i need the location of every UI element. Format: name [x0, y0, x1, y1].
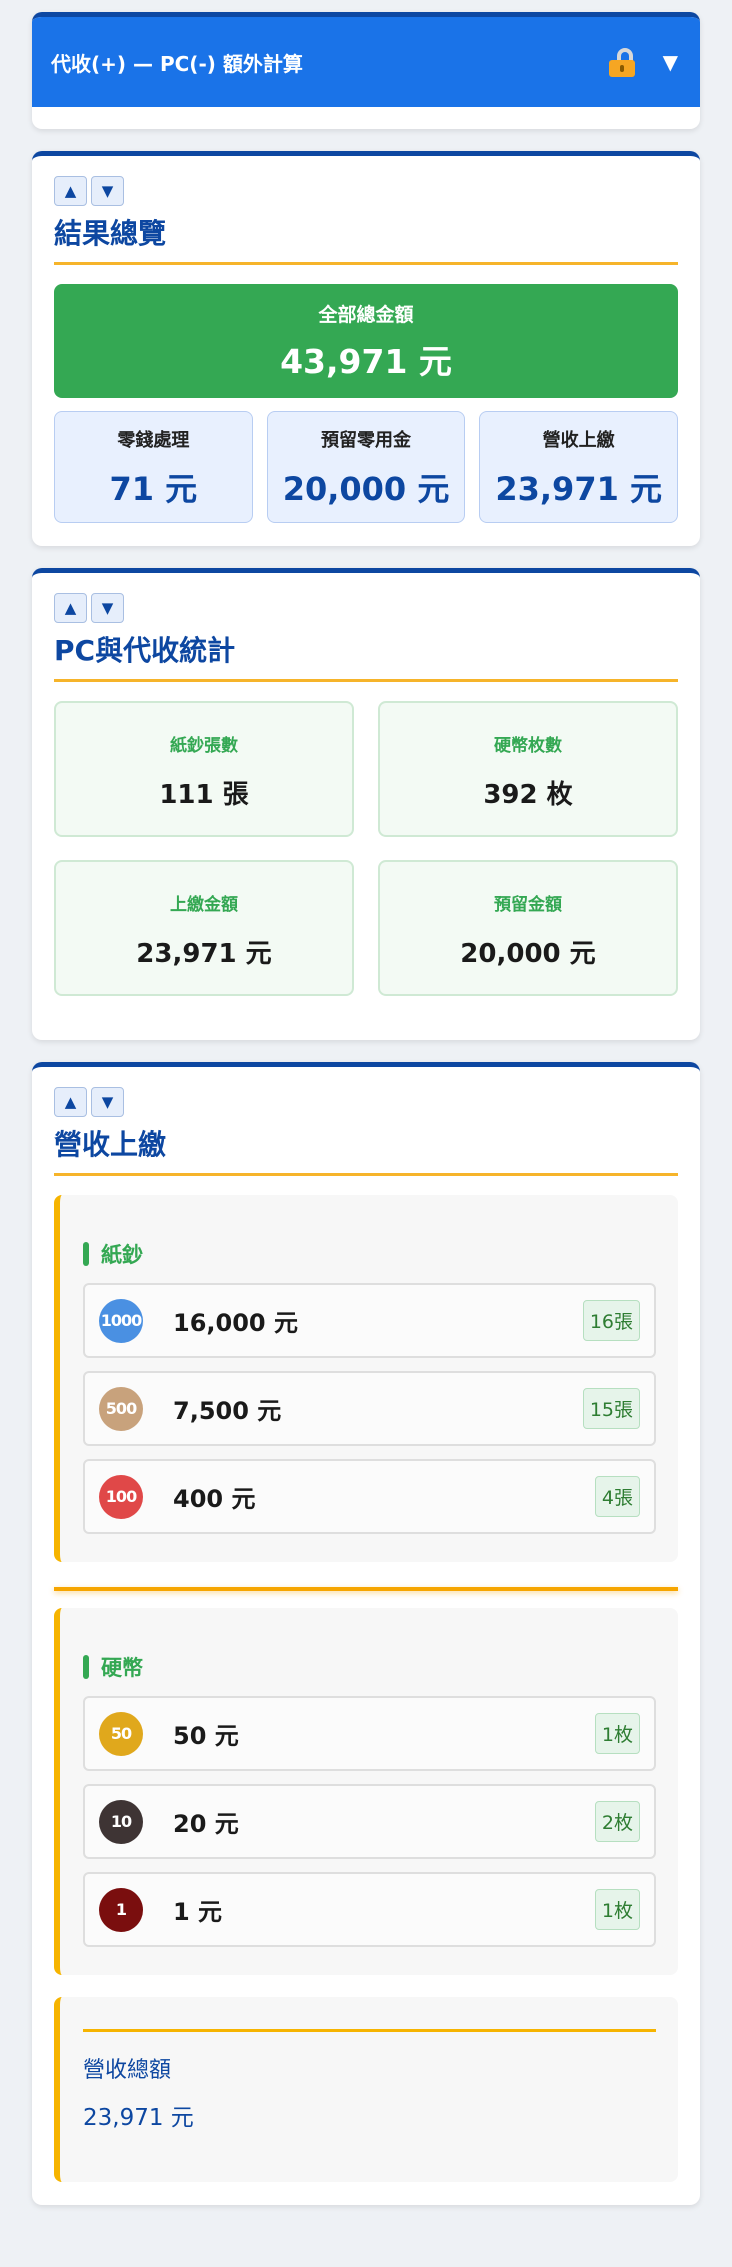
- move-up-button[interactable]: ▲: [54, 593, 87, 623]
- stat-label: 預留金額: [494, 895, 562, 915]
- header-bar[interactable]: 代收(+) — PC(-) 額外計算 ▼: [32, 17, 700, 107]
- move-down-button[interactable]: ▼: [91, 593, 124, 623]
- denomination-count: 16張: [582, 1300, 640, 1341]
- stat-value: 20,000 元: [460, 939, 596, 969]
- section-divider: [54, 1587, 678, 1591]
- move-down-button[interactable]: ▼: [91, 176, 124, 206]
- move-buttons: ▲ ▼: [54, 593, 678, 623]
- summary-row: 零錢處理 71 元 預留零用金 20,000 元 營收上繳 23,971 元: [54, 411, 679, 523]
- group-bar: [83, 1655, 89, 1679]
- denomination-amount: 400 元: [173, 1485, 256, 1513]
- coin-1-icon: 1: [99, 1887, 143, 1932]
- summary-label: 營收上繳: [542, 430, 615, 451]
- revenue-title: 營收上繳: [54, 1123, 678, 1176]
- total-line: [83, 2029, 656, 2032]
- revenue-total-value: 23,971 元: [83, 2105, 194, 2131]
- stat-reserved-amount: 預留金額 20,000 元: [378, 860, 678, 996]
- move-up-button[interactable]: ▲: [54, 176, 87, 206]
- coins-group-title: 硬幣: [83, 1652, 656, 1682]
- revenue-total-group: 營收總額 23,971 元: [54, 1997, 678, 2182]
- denomination-row: 10 20 元 2枚: [83, 1784, 656, 1859]
- stat-value: 23,971 元: [136, 939, 272, 969]
- stat-value: 392 枚: [483, 780, 573, 810]
- overview-title: 結果總覽: [54, 212, 678, 265]
- denomination-count: 15張: [582, 1388, 640, 1429]
- move-buttons: ▲ ▼: [54, 176, 678, 206]
- stat-label: 硬幣枚數: [494, 736, 562, 756]
- denomination-amount: 20 元: [173, 1810, 239, 1838]
- denomination-row: 500 7,500 元 15張: [83, 1371, 656, 1446]
- coins-group: 硬幣 50 50 元 1枚 10 20 元 2枚 1 1 元 1枚: [54, 1608, 678, 1975]
- denomination-amount: 7,500 元: [173, 1397, 282, 1425]
- denomination-row: 100 400 元 4張: [83, 1459, 656, 1534]
- group-bar: [83, 1242, 89, 1266]
- coin-rows: 50 50 元 1枚 10 20 元 2枚 1 1 元 1枚: [83, 1696, 656, 1947]
- stat-value: 111 張: [159, 780, 249, 810]
- bills-group-title: 紙鈔: [83, 1239, 656, 1269]
- denomination-amount: 16,000 元: [173, 1309, 298, 1337]
- bill-100-icon: 100: [99, 1474, 143, 1519]
- denomination-count: 4張: [594, 1476, 640, 1517]
- denomination-amount: 50 元: [173, 1722, 239, 1750]
- denomination-count: 1枚: [594, 1713, 640, 1754]
- revenue-total-label: 營收總額: [83, 2058, 172, 2083]
- coin-10-icon: 10: [99, 1799, 143, 1844]
- header-title: 代收(+) — PC(-) 額外計算: [51, 51, 303, 76]
- summary-petty-cash: 預留零用金 20,000 元: [266, 411, 466, 523]
- stat-label: 紙鈔張數: [170, 736, 238, 756]
- group-title-label: 紙鈔: [101, 1243, 143, 1267]
- stat-submitted-amount: 上繳金額 23,971 元: [54, 860, 354, 996]
- bill-500-icon: 500: [99, 1386, 143, 1431]
- stat-coin-count: 硬幣枚數 392 枚: [378, 701, 678, 837]
- denomination-count: 1枚: [594, 1889, 640, 1930]
- unlocked-padlock-icon[interactable]: [608, 47, 637, 77]
- stat-bill-count: 紙鈔張數 111 張: [54, 701, 354, 837]
- move-down-button[interactable]: ▼: [91, 1087, 124, 1117]
- grand-total-value: 43,971 元: [280, 342, 452, 381]
- stats-grid: 紙鈔張數 111 張 硬幣枚數 392 枚 上繳金額 23,971 元 預留金額…: [54, 701, 678, 996]
- stat-label: 上繳金額: [170, 895, 238, 915]
- bills-group: 紙鈔 1000 16,000 元 16張 500 7,500 元 15張 100…: [54, 1195, 678, 1562]
- coin-50-icon: 50: [99, 1711, 143, 1756]
- denomination-row: 1000 16,000 元 16張: [83, 1283, 656, 1358]
- chevron-down-icon[interactable]: ▼: [663, 50, 678, 74]
- denomination-row: 50 50 元 1枚: [83, 1696, 656, 1771]
- summary-change: 零錢處理 71 元: [54, 411, 253, 523]
- move-buttons: ▲ ▼: [54, 1087, 678, 1117]
- summary-label: 預留零用金: [321, 430, 411, 451]
- bill-rows: 1000 16,000 元 16張 500 7,500 元 15張 100 40…: [83, 1283, 656, 1534]
- denomination-amount: 1 元: [173, 1898, 223, 1926]
- grand-total-box: 全部總金額 43,971 元: [54, 284, 678, 398]
- summary-value: 20,000 元: [282, 470, 450, 508]
- header-card: 代收(+) — PC(-) 額外計算 ▼: [32, 12, 700, 129]
- stats-card: ▲ ▼ PC與代收統計 紙鈔張數 111 張 硬幣枚數 392 枚 上繳金額 2…: [32, 568, 700, 1040]
- denomination-row: 1 1 元 1枚: [83, 1872, 656, 1947]
- group-title-label: 硬幣: [101, 1656, 143, 1680]
- stats-title: PC與代收統計: [54, 629, 678, 682]
- summary-label: 零錢處理: [117, 430, 190, 451]
- overview-card: ▲ ▼ 結果總覽 全部總金額 43,971 元 零錢處理 71 元 預留零用金 …: [32, 151, 700, 546]
- move-up-button[interactable]: ▲: [54, 1087, 87, 1117]
- summary-revenue: 營收上繳 23,971 元: [479, 411, 679, 523]
- denomination-count: 2枚: [594, 1801, 640, 1842]
- grand-total-label: 全部總金額: [318, 304, 414, 326]
- summary-value: 71 元: [109, 470, 198, 508]
- revenue-card: ▲ ▼ 營收上繳 紙鈔 1000 16,000 元 16張 500 7,500 …: [32, 1062, 700, 2205]
- bill-1000-icon: 1000: [99, 1298, 143, 1343]
- summary-value: 23,971 元: [495, 470, 662, 508]
